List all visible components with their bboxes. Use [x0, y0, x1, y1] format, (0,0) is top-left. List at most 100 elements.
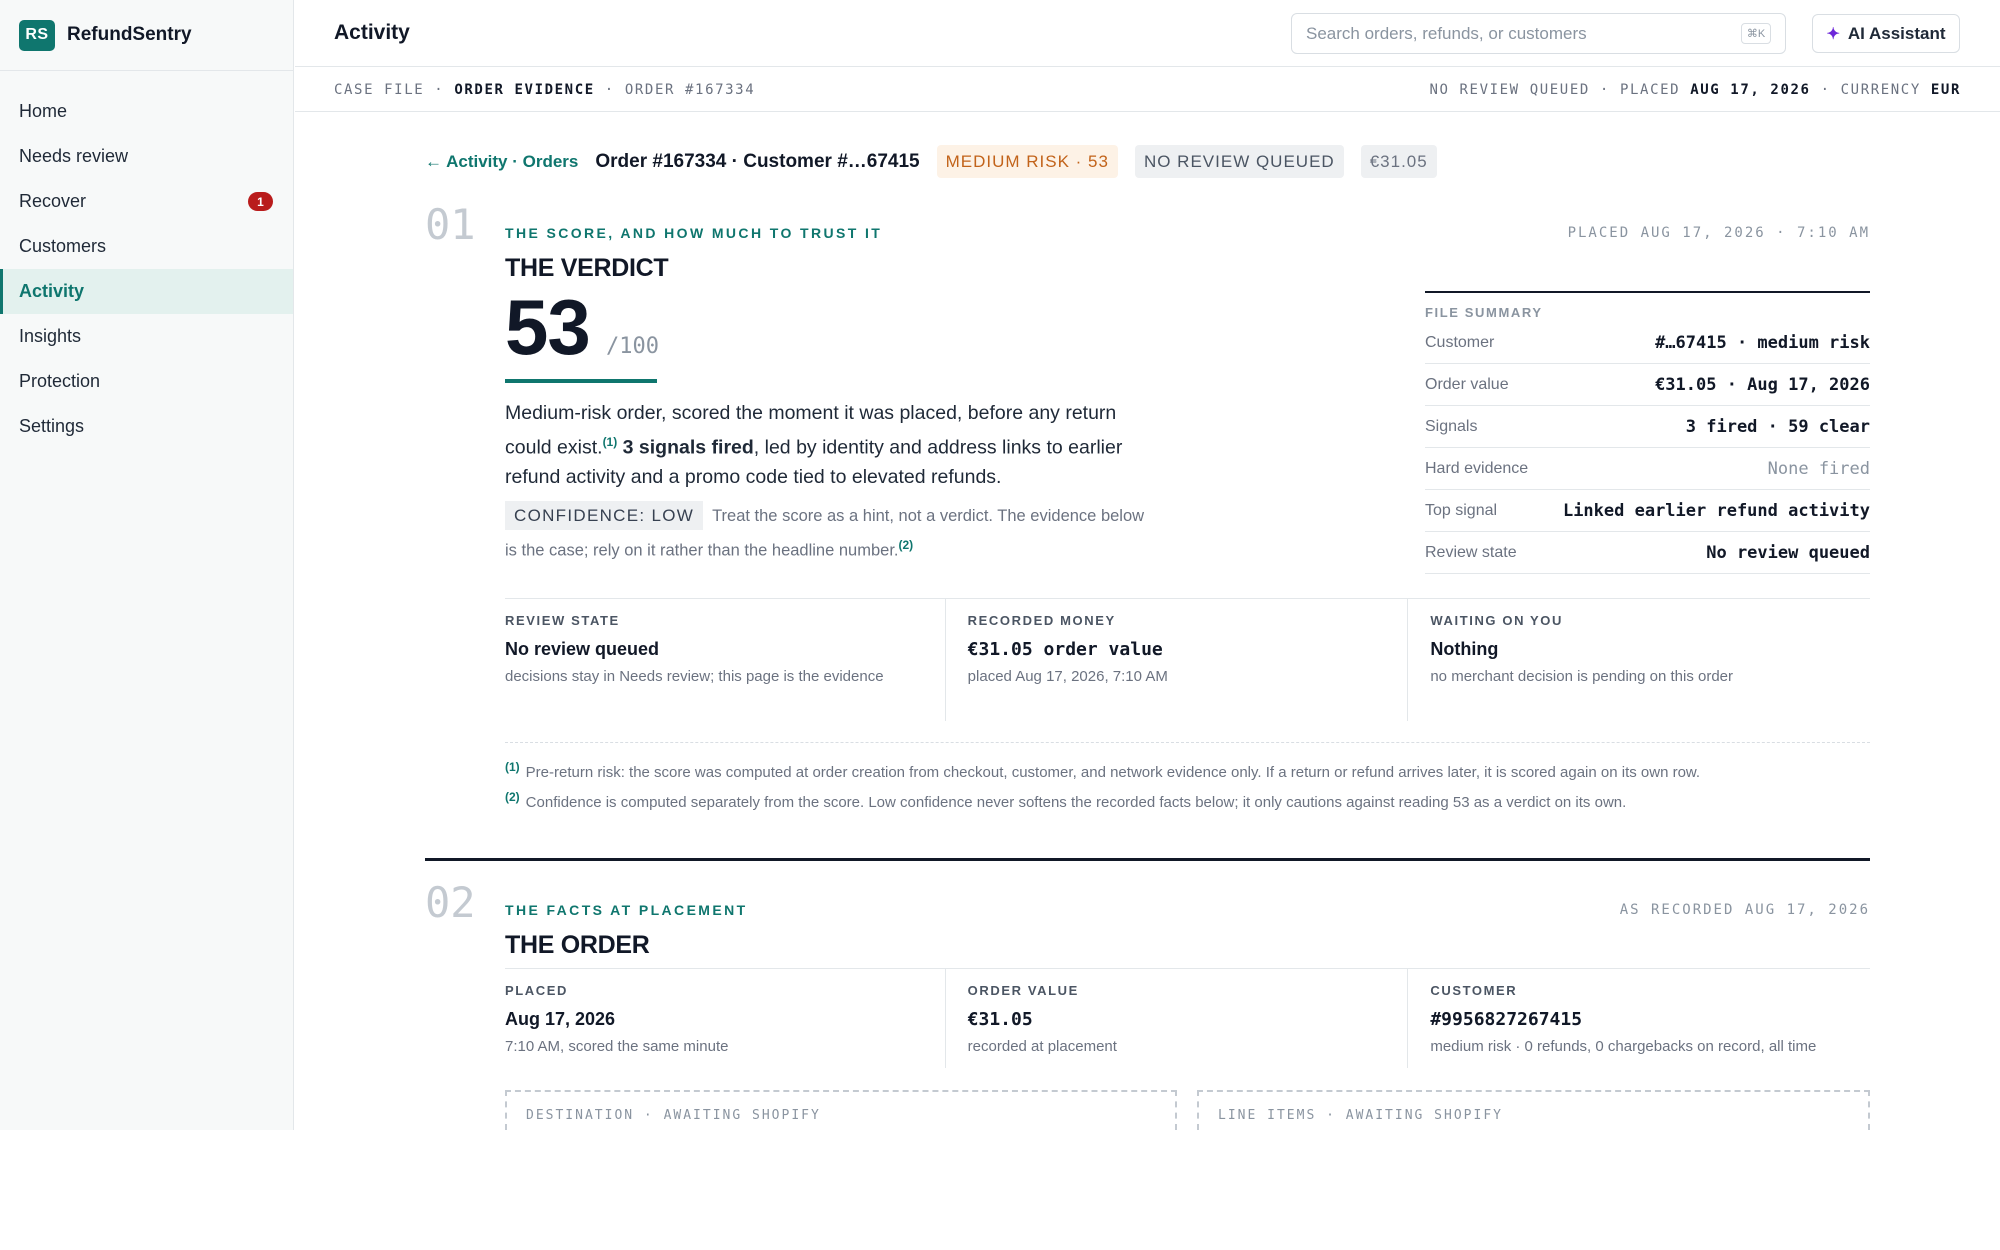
fact-order-value: ORDER VALUE €31.05 recorded at placement	[944, 969, 1408, 1068]
section-timestamp: AS RECORDED AUG 17, 2026	[1619, 902, 1870, 918]
fact-customer: CUSTOMER #9956827267415 medium risk · 0 …	[1407, 969, 1870, 1068]
case-strip-right: NO REVIEW QUEUED · PLACED AUG 17, 2026 ·…	[1429, 82, 1961, 98]
risk-badge: MEDIUM RISK · 53	[936, 145, 1118, 178]
confidence-note: CONFIDENCE: LOW Treat the score as a hint…	[505, 501, 1145, 566]
summary-row: Signals 3 fired · 59 clear	[1425, 406, 1870, 448]
section-title: THE VERDICT	[505, 254, 669, 282]
confidence-badge: CONFIDENCE: LOW	[505, 501, 704, 530]
sidebar-item-label: Settings	[19, 416, 85, 436]
case-strip-currency-label: · CURRENCY	[1810, 82, 1931, 98]
section-number: 01	[425, 200, 476, 249]
summary-key: Hard evidence	[1425, 459, 1529, 477]
sidebar-item-label: Protection	[19, 371, 101, 391]
sidebar-item-recover[interactable]: Recover 1	[0, 179, 293, 224]
sidebar-nav: Home Needs review Recover 1 Customers Act…	[0, 71, 293, 449]
stat-label: RECORDED MONEY	[967, 613, 1116, 628]
summary-key: Review state	[1425, 543, 1517, 561]
footnote: (1) Pre-return risk: the score was comput…	[505, 755, 1870, 785]
section-timestamp: PLACED AUG 17, 2026 · 7:10 AM	[1567, 225, 1870, 241]
recover-count-badge: 1	[248, 192, 273, 211]
search-shortcut-hint: ⌘K	[1741, 23, 1771, 44]
stat-label: ORDER VALUE	[967, 983, 1079, 998]
sidebar-item-label: Customers	[19, 236, 107, 256]
footnote-ref[interactable]: (2)	[899, 538, 914, 552]
topbar: Activity ⌘K ✦ AI Assistant	[295, 0, 2000, 67]
stat-sub: 7:10 AM, scored the same minute	[505, 1038, 729, 1055]
summary-key: Customer	[1425, 333, 1495, 351]
stat-label: WAITING ON YOU	[1430, 613, 1564, 628]
stat-value: €31.05 order value	[967, 639, 1163, 660]
summary-value: €31.05 · Aug 17, 2026	[1655, 374, 1870, 395]
amount-badge: €31.05	[1360, 145, 1437, 178]
footnote-text: Confidence is computed separately from t…	[525, 794, 1627, 811]
sidebar-item-label: Recover	[19, 191, 87, 211]
summary-row: Hard evidence None fired	[1425, 448, 1870, 490]
sparkle-icon: ✦	[1826, 25, 1840, 43]
stat-sub: decisions stay in Needs review; this pag…	[505, 668, 884, 685]
stat-waiting-on-you: WAITING ON YOU Nothing no merchant decis…	[1407, 599, 1870, 721]
stat-label: CUSTOMER	[1430, 983, 1518, 998]
line-items-pending-card: LINE ITEMS · AWAITING SHOPIFY	[1197, 1090, 1870, 1130]
fact-placed: PLACED Aug 17, 2026 7:10 AM, scored the …	[505, 969, 945, 1068]
sidebar-item-insights[interactable]: Insights	[0, 314, 293, 359]
verdict-stats: REVIEW STATE No review queued decisions …	[505, 598, 1870, 721]
summary-value: No review queued	[1706, 542, 1870, 563]
stat-review-state: REVIEW STATE No review queued decisions …	[505, 599, 945, 721]
sidebar-item-settings[interactable]: Settings	[0, 404, 293, 449]
page-title: Activity	[334, 21, 410, 44]
destination-pending-card: DESTINATION · AWAITING SHOPIFY	[505, 1090, 1177, 1130]
footnote-marker: (1)	[505, 760, 520, 774]
case-strip-order: · ORDER #167334	[594, 82, 756, 98]
file-summary: FILE SUMMARY Customer #…67415 · medium ri…	[1425, 291, 1870, 574]
stat-label: PLACED	[505, 983, 569, 998]
footnote-marker: (2)	[505, 790, 520, 804]
stat-sub: no merchant decision is pending on this …	[1430, 668, 1734, 685]
stat-label: REVIEW STATE	[505, 613, 620, 628]
sidebar-item-customers[interactable]: Customers	[0, 224, 293, 269]
stat-value: Nothing	[1430, 639, 1499, 659]
search-box[interactable]: ⌘K	[1291, 13, 1786, 54]
search-input[interactable]	[1306, 23, 1726, 44]
case-strip-currency: EUR	[1930, 82, 1961, 98]
summary-key: Top signal	[1425, 501, 1498, 519]
ai-assistant-label: AI Assistant	[1847, 23, 1946, 43]
brand-logo: RS	[19, 19, 55, 51]
footnote-ref[interactable]: (1)	[603, 435, 618, 449]
sidebar: RS RefundSentry Home Needs review Recove…	[0, 0, 294, 1130]
summary-row: Order value €31.05 · Aug 17, 2026	[1425, 364, 1870, 406]
summary-value: #…67415 · medium risk	[1655, 332, 1870, 353]
review-status-badge: NO REVIEW QUEUED	[1134, 145, 1344, 178]
case-strip-date: AUG 17, 2026	[1690, 82, 1811, 98]
sidebar-item-home[interactable]: Home	[0, 89, 293, 134]
sidebar-item-label: Needs review	[19, 146, 129, 166]
stat-value: €31.05	[967, 1009, 1033, 1030]
brand[interactable]: RS RefundSentry	[0, 0, 293, 71]
stat-value: No review queued	[505, 639, 660, 659]
stat-sub: recorded at placement	[967, 1038, 1117, 1055]
sidebar-item-activity[interactable]: Activity	[0, 269, 293, 314]
footnotes: (1) Pre-return risk: the score was comput…	[505, 742, 1870, 815]
brand-name: RefundSentry	[67, 24, 192, 45]
section-kicker: THE SCORE, AND HOW MUCH TO TRUST IT	[505, 225, 883, 241]
case-strip-status: NO REVIEW QUEUED · PLACED	[1429, 82, 1691, 98]
order-facts: PLACED Aug 17, 2026 7:10 AM, scored the …	[505, 968, 1870, 1068]
summary-value: Linked earlier refund activity	[1562, 500, 1870, 521]
ai-assistant-button[interactable]: ✦ AI Assistant	[1812, 14, 1960, 53]
sidebar-item-label: Activity	[19, 281, 85, 301]
summary-row: Review state No review queued	[1425, 532, 1870, 574]
summary-row: Top signal Linked earlier refund activity	[1425, 490, 1870, 532]
section-title: THE ORDER	[505, 931, 650, 959]
case-strip-left: CASE FILE · ORDER EVIDENCE · ORDER #1673…	[334, 82, 755, 98]
stat-recorded-money: RECORDED MONEY €31.05 order value placed…	[944, 599, 1408, 721]
case-strip-prefix: CASE FILE ·	[334, 82, 455, 98]
risk-score: 53	[505, 283, 591, 371]
score-underline	[505, 379, 657, 383]
case-strip: CASE FILE · ORDER EVIDENCE · ORDER #1673…	[295, 68, 2000, 112]
sidebar-item-needs-review[interactable]: Needs review	[0, 134, 293, 179]
back-link[interactable]: ← Activity · Orders	[425, 152, 578, 172]
summary-value: 3 fired · 59 clear	[1685, 416, 1870, 437]
sidebar-item-protection[interactable]: Protection	[0, 359, 293, 404]
stat-sub: placed Aug 17, 2026, 7:10 AM	[967, 668, 1168, 685]
stat-sub: medium risk · 0 refunds, 0 chargebacks o…	[1430, 1038, 1817, 1055]
footnote-text: Pre-return risk: the score was computed …	[525, 764, 1701, 781]
